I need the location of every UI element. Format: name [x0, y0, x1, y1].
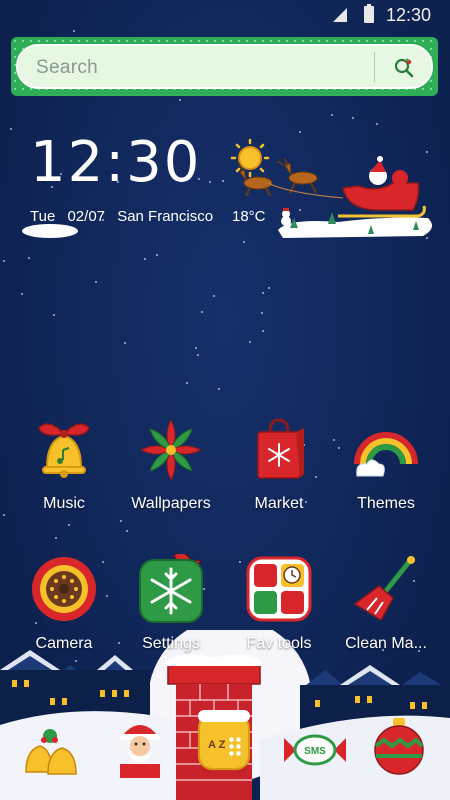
- status-bar: 12:30: [0, 0, 450, 32]
- status-time: 12:30: [386, 5, 432, 25]
- star: [249, 341, 251, 343]
- star: [28, 257, 30, 259]
- snow-cap: [198, 710, 250, 722]
- app-drawer-icon[interactable]: A Z: [198, 710, 250, 770]
- star: [268, 287, 270, 289]
- drawer-dots: [228, 736, 242, 758]
- star: [120, 520, 122, 522]
- star: [333, 439, 335, 441]
- app-themes[interactable]: Themes: [336, 414, 436, 513]
- signal-icon: [333, 8, 347, 22]
- search-divider: [374, 52, 375, 82]
- star: [186, 382, 188, 384]
- star: [331, 114, 333, 116]
- star: [218, 388, 220, 390]
- snowflake-icon: [139, 549, 203, 623]
- app-label: Market: [254, 495, 304, 512]
- star: [179, 99, 181, 101]
- santa-icon[interactable]: [112, 716, 168, 778]
- app-label: Camera: [35, 635, 93, 652]
- app-label: Clean Ma...: [345, 635, 427, 652]
- star: [124, 342, 126, 344]
- star: [144, 258, 146, 260]
- app-music[interactable]: Music: [14, 414, 114, 513]
- star: [213, 295, 215, 297]
- star: [3, 514, 5, 516]
- app-label: Themes: [357, 495, 415, 512]
- star: [262, 330, 264, 332]
- star: [3, 260, 5, 262]
- app-settings[interactable]: Settings: [121, 549, 221, 653]
- app-label: Settings: [142, 635, 200, 652]
- battery-icon: [364, 4, 374, 23]
- sms-candy-icon[interactable]: SMS: [282, 730, 348, 770]
- broom-icon: [353, 556, 415, 622]
- santa-sleigh-illustration: [230, 138, 432, 238]
- tools-grid-icon: [246, 556, 312, 622]
- bell-icon: [38, 423, 90, 478]
- app-clean-master[interactable]: Clean Ma...: [336, 554, 436, 653]
- app-wallpapers[interactable]: Wallpapers: [121, 414, 221, 513]
- star: [126, 530, 128, 532]
- app-market[interactable]: Market: [229, 414, 329, 513]
- clock-city: San Francisco: [117, 208, 214, 225]
- star: [299, 131, 301, 133]
- star: [352, 117, 354, 119]
- star: [261, 312, 263, 314]
- star: [209, 181, 211, 183]
- app-label: Fav tools: [246, 635, 312, 652]
- star: [201, 311, 203, 313]
- drawer-letters: A Z: [208, 739, 226, 751]
- star: [195, 347, 197, 349]
- star: [156, 254, 158, 256]
- jingle-bells-icon[interactable]: [20, 722, 80, 782]
- sun-icon: [230, 138, 270, 178]
- poinsettia-icon: [140, 419, 202, 481]
- search-input[interactable]: Search: [16, 44, 433, 89]
- search-widget: Search: [11, 37, 438, 96]
- rainbow-icon: [354, 432, 418, 477]
- app-camera[interactable]: Camera: [14, 554, 114, 653]
- snow-mound: [22, 224, 78, 238]
- clock-date-line: Tue 02/07 San Francisco: [30, 208, 221, 225]
- snowman-icon: [281, 208, 291, 226]
- app-label: Music: [43, 495, 85, 512]
- star: [95, 281, 97, 283]
- app-fav-tools[interactable]: Fav tools: [229, 554, 329, 653]
- star: [53, 314, 55, 316]
- star: [262, 292, 264, 294]
- search-icon[interactable]: [392, 56, 416, 80]
- star: [21, 293, 23, 295]
- clock-day: Tue: [30, 208, 56, 225]
- search-placeholder: Search: [36, 57, 99, 78]
- star: [222, 180, 224, 182]
- lollipop-icon: [32, 557, 96, 621]
- clock-date: 02/07: [67, 208, 106, 225]
- shopping-bag-icon: [257, 418, 304, 479]
- app-label: Wallpapers: [131, 495, 211, 512]
- star: [376, 123, 378, 125]
- sms-label: SMS: [304, 746, 326, 757]
- clock-time[interactable]: 12:30: [30, 130, 201, 195]
- star: [68, 524, 70, 526]
- star: [55, 537, 57, 539]
- star: [10, 128, 12, 130]
- star: [197, 354, 199, 356]
- ornament-icon[interactable]: [372, 716, 426, 776]
